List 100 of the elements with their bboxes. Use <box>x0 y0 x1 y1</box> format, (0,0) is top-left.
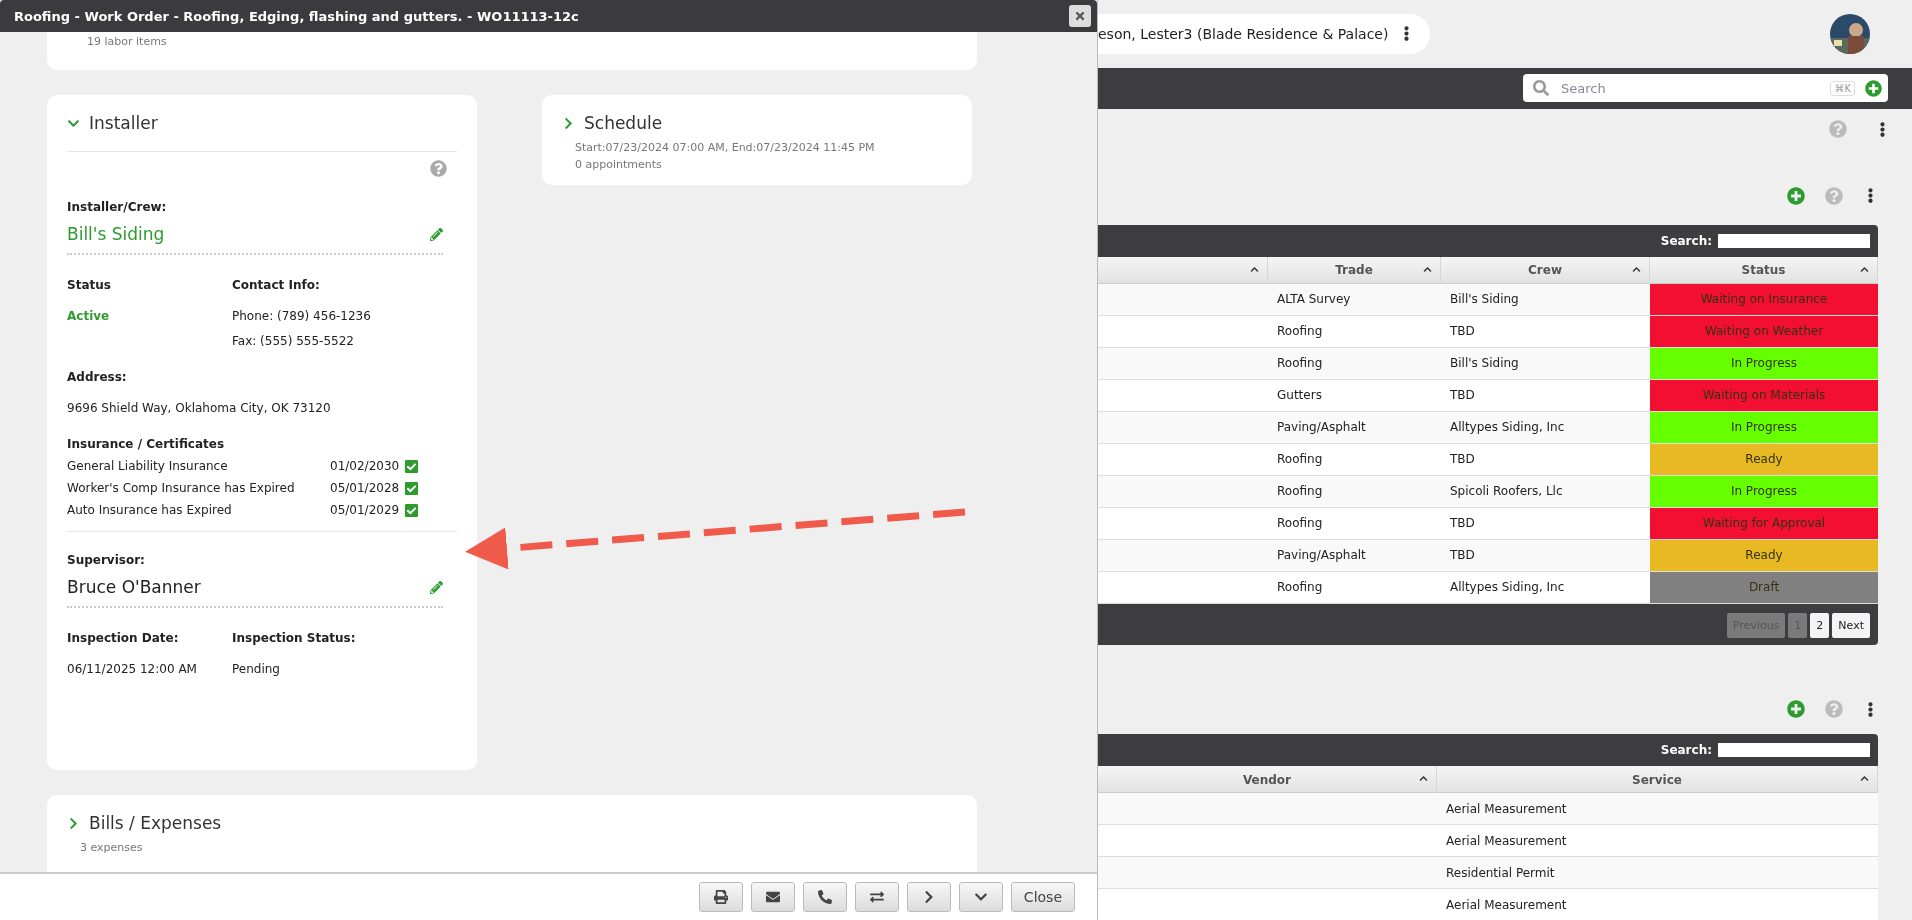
breadcrumb-text: eson, Lester3 (Blade Residence & Palace) <box>1098 25 1389 42</box>
insurance-name: General Liability Insurance <box>67 459 229 473</box>
column-header[interactable]: Trade <box>1268 256 1441 284</box>
print-button[interactable] <box>698 882 743 912</box>
sort-caret-icon <box>1250 264 1259 274</box>
status-cell: Ready <box>1650 539 1878 571</box>
insurance-date: 05/01/2029 <box>330 503 401 517</box>
next-page-button[interactable]: Next <box>1832 613 1870 639</box>
phone-icon <box>817 890 832 904</box>
crew-cell-text: Bill's Siding <box>1449 355 1520 373</box>
shortcut-badge: ⌘K <box>1830 80 1855 96</box>
insurance-name: Worker's Comp Insurance has Expired <box>67 481 296 495</box>
insurance-date: 01/02/2030 <box>330 459 401 473</box>
chevron-right-icon[interactable] <box>67 816 80 830</box>
service-cell-text: Aerial Measurement <box>1445 896 1568 914</box>
trade-cell-text: Roofing <box>1276 323 1324 341</box>
table-search-field[interactable] <box>1718 233 1870 248</box>
email-button[interactable] <box>750 882 795 912</box>
page-button[interactable]: 2 <box>1810 613 1830 639</box>
crew-cell-text: TBD <box>1449 323 1476 341</box>
dialog-title: Roofing - Work Order - Roofing, Edging, flashing and gutters. - WO11113-12c <box>14 8 579 24</box>
crew-cell-text: TBD <box>1449 515 1476 533</box>
field-label: Address: <box>67 369 128 385</box>
trade-cell-text: Roofing <box>1276 451 1324 469</box>
section-heading[interactable]: Installer <box>89 113 158 133</box>
bills-count: 3 expenses <box>80 840 144 856</box>
trade-cell-text: Roofing <box>1276 579 1324 597</box>
status-cell: Waiting on Insurance <box>1650 283 1878 315</box>
labor-count: 19 labor items <box>87 34 168 50</box>
pencil-icon[interactable] <box>430 580 443 594</box>
add-icon[interactable] <box>1865 79 1882 97</box>
crew-cell-text: Spicoli Roofers, Llc <box>1449 483 1564 501</box>
pencil-icon[interactable] <box>430 227 443 241</box>
trade-cell-text: Gutters <box>1276 387 1323 405</box>
sort-caret-icon <box>1632 264 1641 274</box>
service-cell-text: Aerial Measurement <box>1445 800 1568 818</box>
search-icon <box>1533 80 1549 97</box>
close-button[interactable]: Close <box>1010 882 1075 912</box>
swap-arrows-icon <box>869 890 884 904</box>
trade-cell-text: Paving/Asphalt <box>1276 547 1367 565</box>
column-header[interactable]: Status <box>1650 256 1878 284</box>
printer-icon <box>713 890 728 904</box>
status-cell: Ready <box>1650 443 1878 475</box>
section-heading[interactable]: Bills / Expenses <box>89 813 222 833</box>
add-icon[interactable] <box>1787 700 1805 719</box>
field-label: Inspection Date: <box>67 630 180 646</box>
status-cell: In Progress <box>1650 475 1878 507</box>
status-cell: Waiting on Materials <box>1650 379 1878 411</box>
trade-cell-text: ALTA Survey <box>1276 291 1352 309</box>
sort-caret-icon <box>1860 264 1869 274</box>
help-icon[interactable] <box>430 160 447 177</box>
trade-cell-text: Paving/Asphalt <box>1276 419 1367 437</box>
crew-cell-text: TBD <box>1449 451 1476 469</box>
expand-button[interactable] <box>958 882 1003 912</box>
crew-cell-text: Alltypes Siding, Inc <box>1449 419 1566 437</box>
close-icon <box>1074 10 1086 22</box>
status-value: Active <box>67 308 111 325</box>
section-heading[interactable]: Schedule <box>584 113 663 133</box>
inspection-status: Pending <box>232 661 281 677</box>
schedule-text: Start:07/23/2024 07:00 AM, End:07/23/2024 11:45 PM <box>575 140 876 156</box>
trade-cell-text: Roofing <box>1276 515 1324 533</box>
search-label: Search: <box>1660 743 1712 758</box>
swap-button[interactable] <box>854 882 899 912</box>
field-label: Status <box>67 277 112 293</box>
search-label: Search: <box>1660 233 1712 248</box>
insurance-name: Auto Insurance has Expired <box>67 503 233 517</box>
sort-caret-icon <box>1423 264 1432 274</box>
close-button[interactable] <box>1069 5 1091 27</box>
field-label: Installer/Crew: <box>67 199 168 215</box>
status-cell: In Progress <box>1650 411 1878 443</box>
field-label: Inspection Status: <box>232 630 357 646</box>
next-button[interactable] <box>906 882 951 912</box>
envelope-icon <box>765 890 780 904</box>
crew-cell-text: Alltypes Siding, Inc <box>1449 579 1566 597</box>
table-search-field[interactable] <box>1718 743 1870 758</box>
field-label: Insurance / Certificates <box>67 436 226 452</box>
service-cell-text: Aerial Measurement <box>1445 832 1568 850</box>
inspection-date: 06/11/2025 12:00 AM <box>67 661 198 677</box>
field-label: Supervisor: <box>67 552 146 568</box>
field-label: Contact Info: <box>232 277 321 293</box>
insurance-date: 05/01/2028 <box>330 481 401 495</box>
add-icon[interactable] <box>1787 186 1805 205</box>
fax-text: Fax: (555) 555-5522 <box>232 333 355 349</box>
crew-name: Bill's Siding <box>67 223 165 245</box>
schedule-text: 0 appointments <box>575 157 663 173</box>
status-cell: Waiting on Weather <box>1650 315 1878 347</box>
sort-caret-icon <box>1860 774 1869 784</box>
supervisor-name: Bruce O'Banner <box>67 576 201 598</box>
crew-cell-text: Bill's Siding <box>1449 291 1520 309</box>
crew-cell-text: TBD <box>1449 547 1476 565</box>
status-cell: Draft <box>1650 571 1878 603</box>
address-text: 9696 Shield Way, Oklahoma City, OK 73120 <box>67 400 332 416</box>
service-cell-text: Residential Permit <box>1445 864 1556 882</box>
phone-button[interactable] <box>802 882 847 912</box>
breadcrumb-pill[interactable]: eson, Lester3 (Blade Residence & Palace) <box>1098 13 1430 54</box>
status-cell: In Progress <box>1650 347 1878 379</box>
sort-caret-icon <box>1419 774 1428 784</box>
chevron-right-icon[interactable] <box>562 116 575 130</box>
column-header[interactable]: Crew <box>1441 256 1650 284</box>
trade-cell-text: Roofing <box>1276 483 1324 501</box>
